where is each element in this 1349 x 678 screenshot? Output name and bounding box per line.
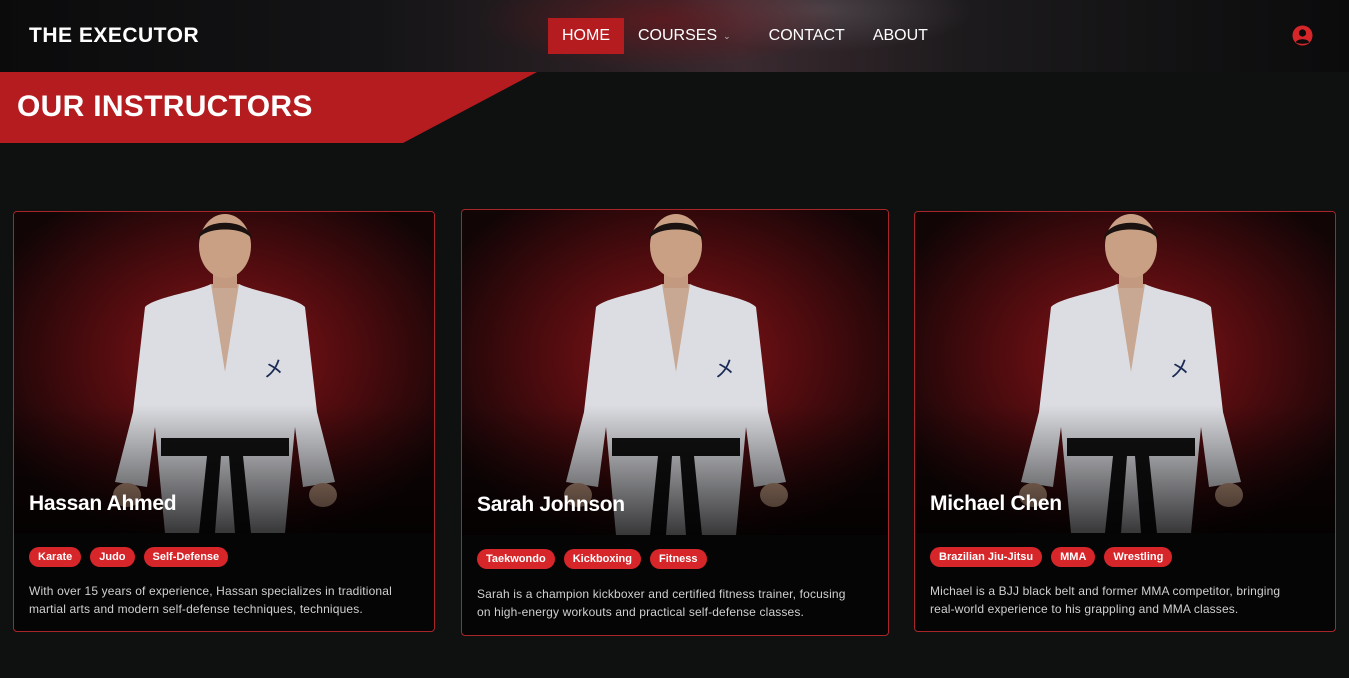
description-line: Sarah is a champion kickboxer and certif… (477, 587, 846, 601)
tag: Wrestling (1104, 547, 1173, 567)
tag-list: Karate Judo Self-Defense (29, 547, 237, 567)
tag: Judo (90, 547, 135, 567)
site-header: THE EXECUTOR HOME COURSES ⌄ CONTACT ABOU… (0, 0, 1349, 72)
instructor-description: Michael is a BJJ black belt and former M… (930, 582, 1321, 618)
nav-about[interactable]: ABOUT (859, 18, 942, 54)
description-line: real-world experience to his grappling a… (930, 602, 1239, 616)
nav-courses-label: COURSES (638, 27, 718, 44)
instructor-description: With over 15 years of experience, Hassan… (29, 582, 420, 618)
tag: Taekwondo (477, 549, 555, 569)
instructor-description: Sarah is a champion kickboxer and certif… (477, 585, 874, 621)
instructor-photo: 㐅 (462, 210, 888, 535)
instructor-photo: 㐅 (14, 212, 434, 533)
description-line: on high-energy workouts and practical se… (477, 605, 805, 619)
instructor-photo: 㐅 (915, 212, 1335, 533)
tag: Self-Defense (143, 547, 229, 567)
description-line: Michael is a BJJ black belt and former M… (930, 584, 1281, 598)
tag: Brazilian Jiu-Jitsu (930, 547, 1043, 567)
description-line: martial arts and modern self-defense tec… (29, 602, 363, 616)
instructor-name: Michael Chen (930, 492, 1062, 515)
instructor-name: Hassan Ahmed (29, 492, 177, 515)
page-title: OUR INSTRUCTORS (17, 90, 313, 123)
tag: Karate (29, 547, 82, 567)
brand-logo[interactable]: THE EXECUTOR (29, 24, 199, 48)
user-circle-icon[interactable] (1292, 25, 1313, 46)
description-line: With over 15 years of experience, Hassan… (29, 584, 392, 598)
section-banner: OUR INSTRUCTORS (0, 72, 540, 143)
instructor-card[interactable]: 㐅 Hassan Ahmed Karate Judo Self-Defense … (13, 211, 435, 632)
tag: MMA (1051, 547, 1096, 567)
instructor-name: Sarah Johnson (477, 493, 625, 516)
instructor-card[interactable]: 㐅 Sarah Johnson Taekwondo Kickboxing Fit… (461, 209, 889, 636)
nav-contact[interactable]: CONTACT (755, 18, 859, 54)
instructor-card[interactable]: 㐅 Michael Chen Brazilian Jiu-Jitsu MMA W… (914, 211, 1336, 632)
chevron-down-icon: ⌄ (723, 30, 731, 41)
tag: Kickboxing (563, 549, 641, 569)
nav-home[interactable]: HOME (548, 18, 624, 54)
tag: Fitness (650, 549, 707, 569)
tag-list: Brazilian Jiu-Jitsu MMA Wrestling (930, 547, 1181, 567)
main-nav: HOME COURSES ⌄ CONTACT ABOUT (548, 18, 942, 54)
nav-courses[interactable]: COURSES ⌄ (624, 18, 745, 54)
tag-list: Taekwondo Kickboxing Fitness (477, 549, 716, 569)
